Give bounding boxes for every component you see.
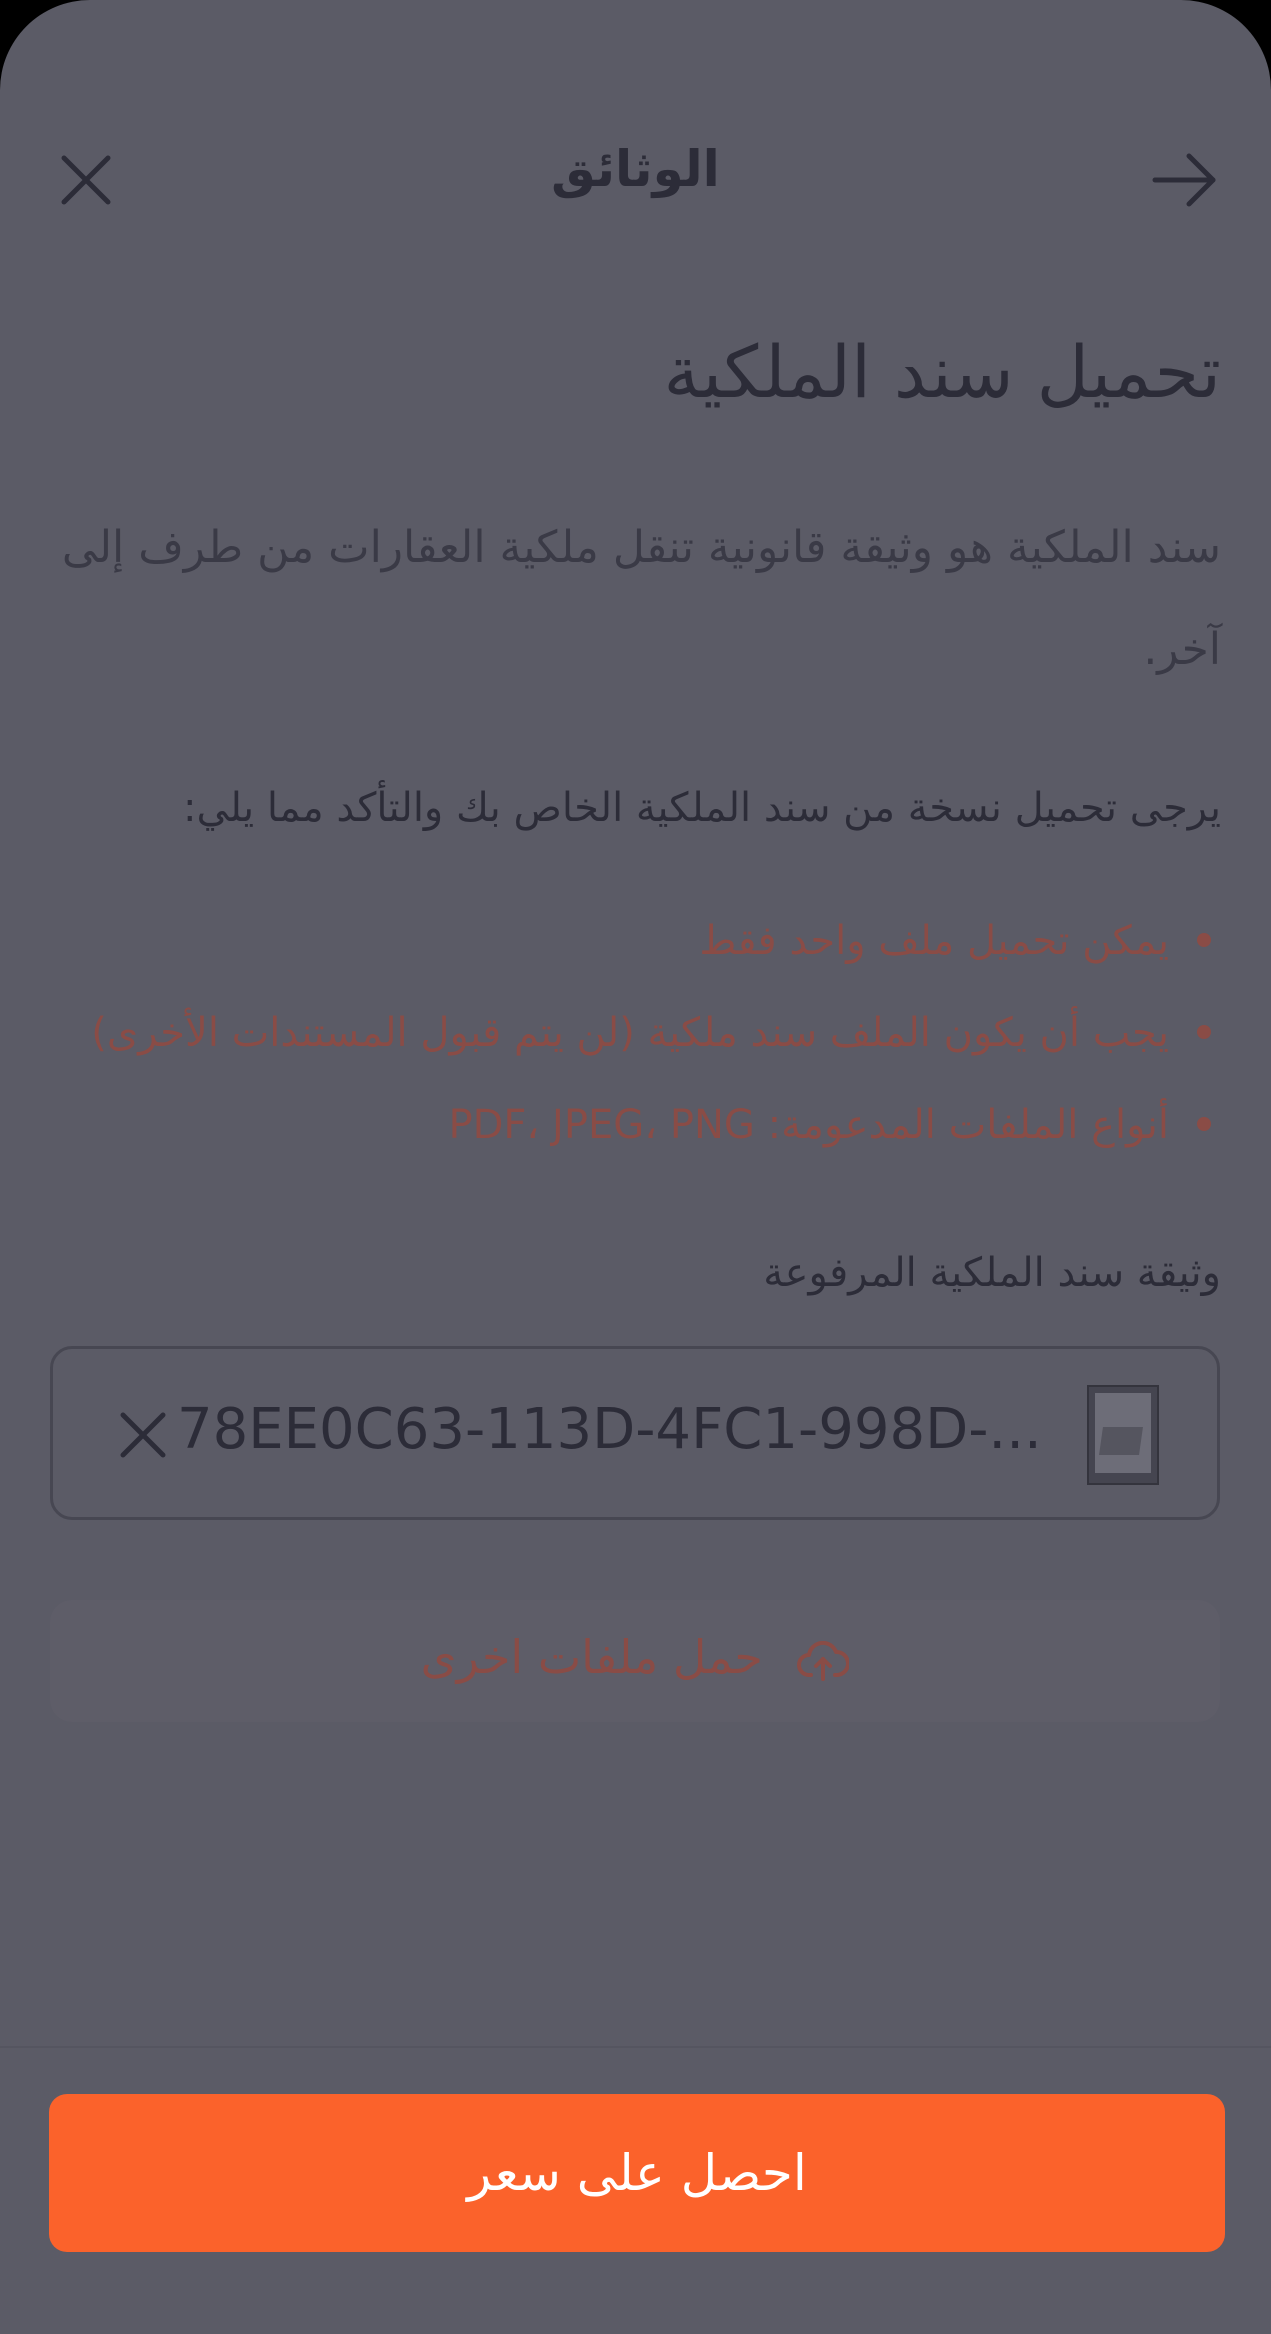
bottom-sheet: الوثائق تحميل سند الملكية سند الملكية هو… bbox=[0, 0, 1271, 2334]
bullet-icon bbox=[1197, 1025, 1211, 1039]
page-title: تحميل سند الملكية bbox=[663, 330, 1221, 414]
page-description: سند الملكية هو وثيقة قانونية تنقل ملكية … bbox=[61, 522, 1221, 675]
requirements-list: يمكن تحميل ملف واحد فقط يجب أن يكون المل… bbox=[20, 895, 1221, 1171]
file-thumbnail[interactable] bbox=[1087, 1385, 1159, 1485]
header-title: الوثائق bbox=[551, 140, 720, 198]
arrow-right-icon[interactable] bbox=[1152, 150, 1219, 210]
get-quote-button[interactable]: احصل على سعر bbox=[49, 2094, 1225, 2252]
divider bbox=[0, 2046, 1271, 2048]
cloud-upload-icon bbox=[763, 1630, 851, 1684]
upload-more-button[interactable]: حمل ملفات اخرى bbox=[50, 1600, 1220, 1722]
upload-more-label: حمل ملفات اخرى bbox=[420, 1630, 763, 1684]
bullet-icon bbox=[1197, 933, 1211, 947]
uploaded-document-label: وثيقة سند الملكية المرفوعة bbox=[763, 1250, 1221, 1296]
bullet-icon bbox=[1197, 1117, 1211, 1131]
upload-instruction: يرجى تحميل نسخة من سند الملكية الخاص بك … bbox=[182, 785, 1221, 831]
uploaded-file-card[interactable]: 78EE0C63-113D-4FC1-998D-... bbox=[50, 1346, 1220, 1520]
requirement-item: أنواع الملفات المدعومة: PDF، JPEG، PNG bbox=[20, 1079, 1221, 1171]
remove-file-icon[interactable] bbox=[113, 1405, 173, 1465]
requirement-item: يمكن تحميل ملف واحد فقط bbox=[20, 895, 1221, 987]
requirement-item: يجب أن يكون الملف سند ملكية (لن يتم قبول… bbox=[20, 987, 1221, 1079]
file-name: 78EE0C63-113D-4FC1-998D-... bbox=[177, 1397, 1037, 1462]
